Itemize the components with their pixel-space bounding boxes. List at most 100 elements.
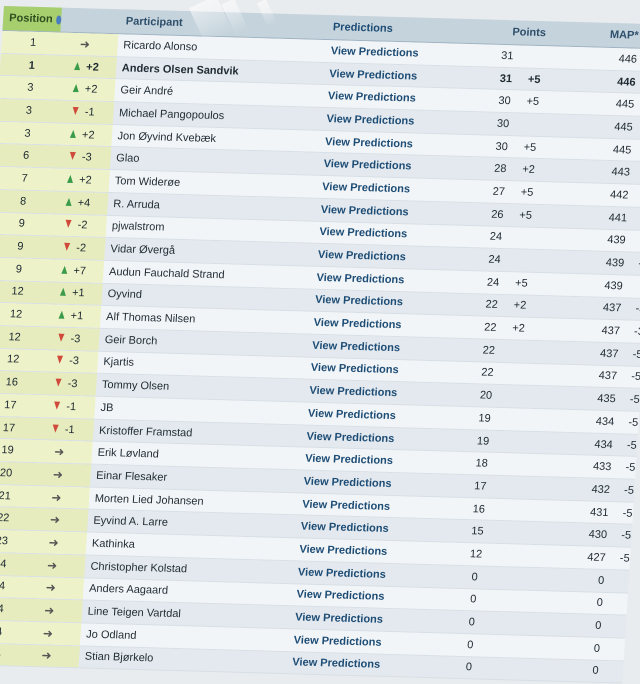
change-cell: -1	[35, 395, 96, 419]
map-value: 435	[596, 392, 616, 406]
view-predictions-link[interactable]: View Predictions	[310, 339, 467, 355]
participant-name: Tom Widerøe	[114, 175, 181, 189]
participant-name: Vidar Øvergå	[110, 243, 176, 257]
points-value: 22	[485, 298, 499, 312]
points-cell: 17	[458, 480, 566, 495]
position-header[interactable]: Position	[2, 6, 62, 32]
points-delta	[503, 458, 544, 471]
view-predictions-link[interactable]: View Predictions	[321, 158, 478, 174]
points-cell: 18	[459, 457, 567, 472]
map-delta: -5	[629, 393, 640, 407]
position-cell: 1	[1, 30, 60, 55]
map-delta: -5	[632, 122, 640, 135]
points-cell: 22 +2	[469, 299, 577, 314]
view-predictions-link[interactable]: View Predictions	[313, 294, 470, 310]
view-predictions-link[interactable]: View Predictions	[328, 45, 485, 61]
points-delta: +2	[513, 299, 527, 313]
map-header[interactable]: MAP*	[594, 29, 640, 43]
arrow-up-icon	[72, 83, 80, 95]
view-predictions-link[interactable]: View Predictions	[293, 611, 450, 627]
points-value: 28	[493, 163, 507, 176]
points-delta	[502, 481, 543, 494]
view-predictions-link[interactable]: View Predictions	[327, 68, 484, 84]
points-cell: 22	[466, 344, 574, 359]
points-cell: 12	[454, 548, 562, 563]
position-cell: 17	[0, 393, 37, 417]
map-value: 432	[591, 483, 611, 497]
map-cell: 0	[556, 641, 625, 655]
map-value: 445	[615, 98, 635, 111]
change-value: -3	[67, 378, 78, 391]
change-value: -3	[68, 355, 80, 368]
points-value: 20	[479, 389, 493, 402]
view-predictions-link[interactable]: View Predictions	[294, 589, 451, 605]
view-predictions-link[interactable]: View Predictions	[290, 657, 447, 673]
points-delta	[529, 51, 570, 64]
position-cell: 22	[0, 506, 30, 530]
view-predictions-link[interactable]: View Predictions	[298, 521, 455, 537]
view-predictions-link[interactable]: View Predictions	[307, 385, 464, 401]
map-delta	[622, 280, 640, 293]
points-header[interactable]: Points	[487, 26, 595, 41]
view-predictions-link[interactable]: View Predictions	[308, 362, 465, 378]
view-predictions-link[interactable]: View Predictions	[306, 407, 463, 423]
view-predictions-link[interactable]: View Predictions	[314, 272, 471, 288]
points-value: 19	[476, 434, 490, 448]
participant-header[interactable]: Participant	[119, 15, 331, 33]
points-value: 22	[482, 344, 496, 357]
points-delta: +5	[514, 277, 529, 290]
map-value: 437	[602, 302, 622, 315]
view-predictions-link[interactable]: View Predictions	[311, 317, 468, 333]
view-predictions-link[interactable]: View Predictions	[317, 226, 474, 242]
view-predictions-link[interactable]: View Predictions	[291, 634, 448, 650]
participant-name: Jon Øyvind Kvebæk	[117, 129, 217, 145]
map-delta: -3	[633, 325, 640, 339]
view-predictions-link[interactable]: View Predictions	[324, 113, 481, 129]
points-delta	[500, 504, 541, 517]
map-cell: 445	[587, 143, 640, 157]
map-cell: 433 -5	[567, 460, 636, 474]
map-cell: 437 -5	[574, 347, 640, 361]
participant-name: Stian Bjørkelo	[84, 650, 154, 665]
map-cell: 437 -5	[573, 370, 640, 384]
view-predictions-link[interactable]: View Predictions	[318, 204, 475, 220]
map-value: 433	[592, 460, 612, 474]
view-predictions-link[interactable]: View Predictions	[300, 498, 457, 514]
points-cell: 0	[447, 661, 555, 676]
points-delta	[505, 436, 546, 449]
view-predictions-link[interactable]: View Predictions	[296, 566, 453, 582]
map-delta: -3	[635, 303, 640, 316]
map-value: 437	[601, 324, 621, 338]
map-value: 0	[592, 665, 599, 678]
position-cell: 3	[0, 98, 56, 123]
position-cell: 24	[0, 597, 24, 621]
participant-name: Ricardo Alonso	[122, 39, 198, 54]
position-cell: 9	[0, 257, 46, 281]
view-predictions-link[interactable]: View Predictions	[320, 181, 477, 197]
points-value: 31	[499, 72, 513, 85]
view-predictions-link[interactable]: View Predictions	[316, 249, 473, 265]
change-cell: +2	[49, 168, 110, 192]
view-predictions-link[interactable]: View Predictions	[303, 453, 460, 469]
view-predictions-link[interactable]: View Predictions	[297, 543, 454, 559]
position-cell: 23	[0, 529, 28, 553]
participant-name: Michael Pangopoulos	[118, 107, 225, 123]
view-predictions-link[interactable]: View Predictions	[304, 430, 461, 446]
map-delta: -5	[626, 439, 638, 452]
change-value: +4	[77, 196, 91, 210]
map-cell: 430 -5	[563, 528, 632, 542]
change-cell: ➜	[57, 32, 119, 56]
change-cell: ➜	[28, 508, 89, 532]
view-predictions-link[interactable]: View Predictions	[301, 475, 458, 491]
map-delta: -5	[625, 235, 640, 247]
change-value: -2	[77, 219, 88, 232]
points-delta	[516, 254, 557, 267]
participant-name: Kjartis	[102, 356, 135, 370]
view-predictions-link[interactable]: View Predictions	[323, 136, 480, 152]
change-value: -3	[70, 332, 81, 346]
view-predictions-link[interactable]: View Predictions	[326, 90, 483, 106]
points-delta	[492, 640, 533, 653]
position-cell: 21	[0, 484, 31, 508]
points-value: 24	[488, 253, 502, 266]
points-value: 24	[486, 276, 500, 289]
